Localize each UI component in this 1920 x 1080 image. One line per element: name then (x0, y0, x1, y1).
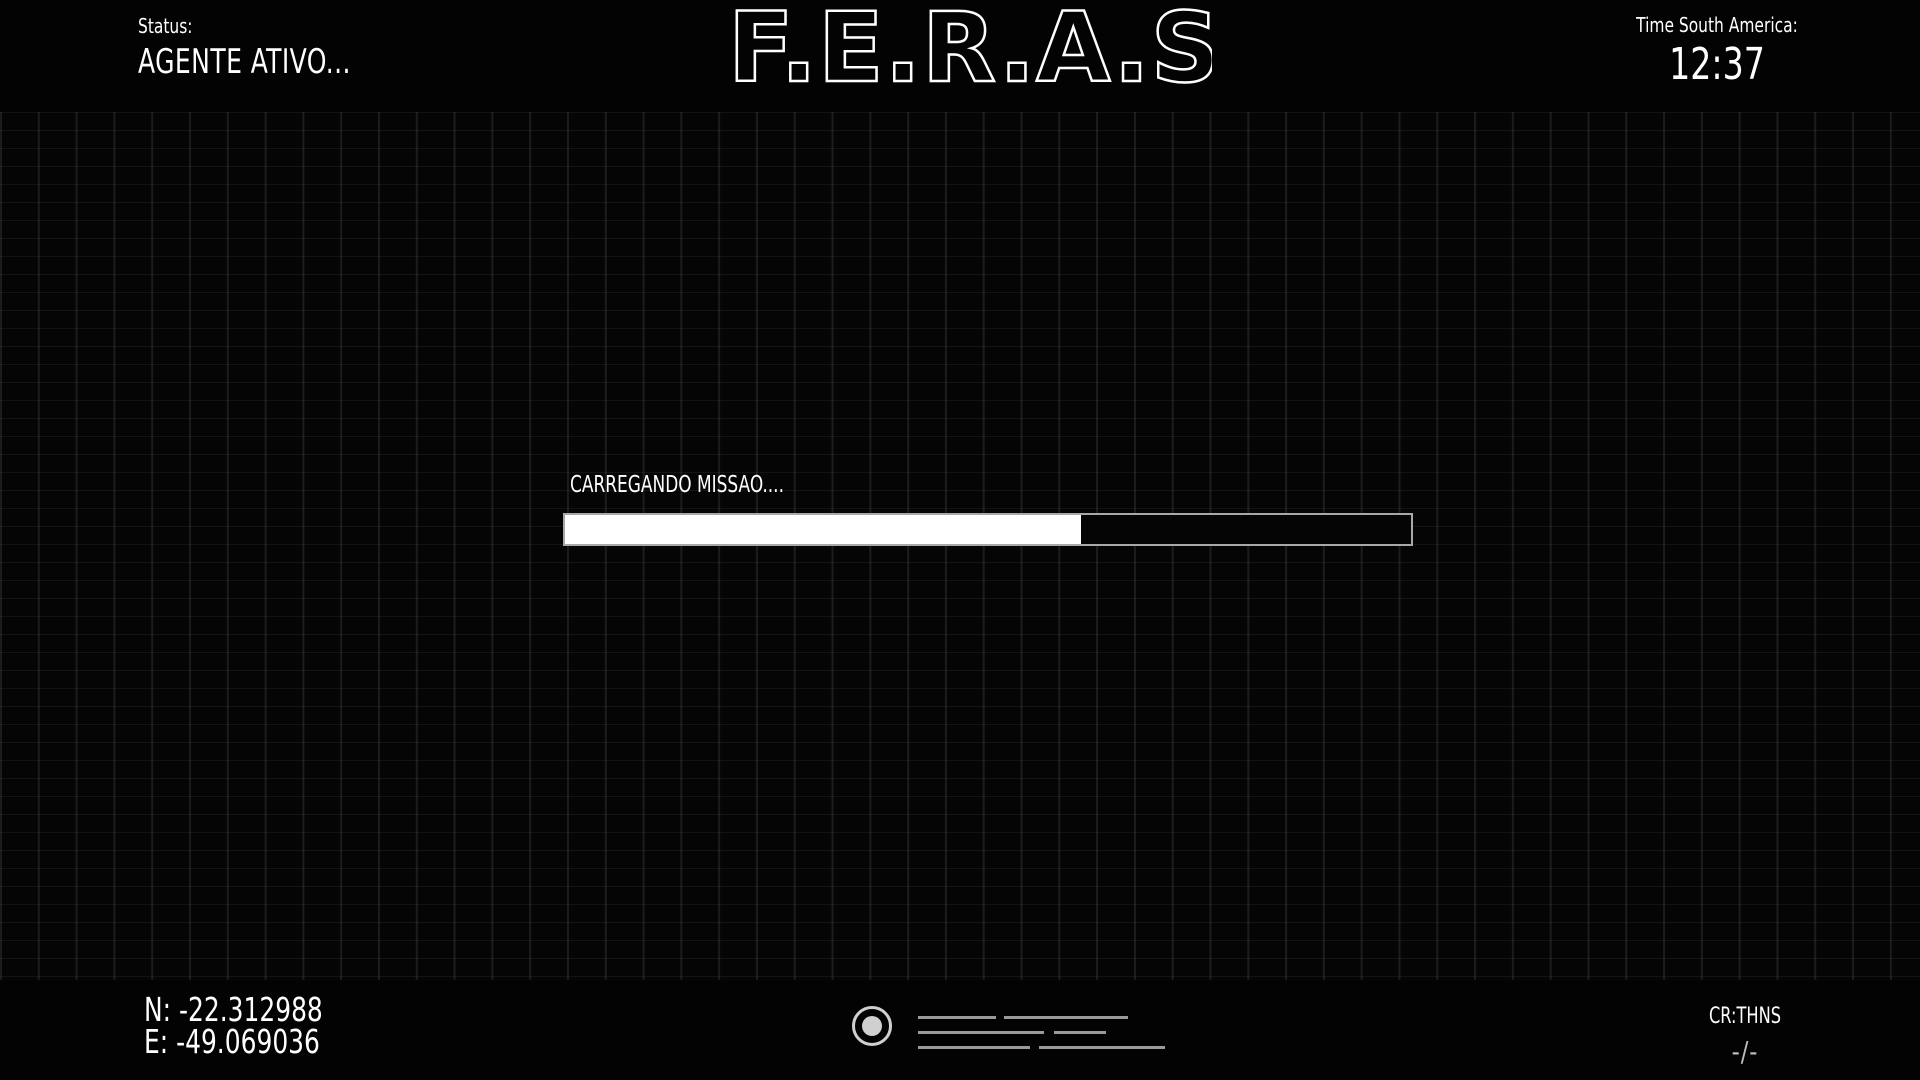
logo-text: F.E.R.A.S (728, 6, 1212, 84)
credit-panel: CR:THNS -/- (1690, 1004, 1800, 1068)
signal-line (918, 1046, 1030, 1049)
status-panel: Status: AGENTE ATIVO... (138, 14, 398, 82)
loading-label: CARREGANDO MISSAO.... (570, 472, 784, 498)
signal-line (1054, 1031, 1106, 1034)
feras-logo: F.E.R.A.S (728, 6, 1212, 84)
signal-line (1004, 1016, 1128, 1019)
coordinates-readout: N: -22.312988 E: -49.069036 (144, 993, 323, 1061)
mission-progress-bar (563, 513, 1413, 546)
grid-background (0, 112, 1920, 980)
target-icon (852, 1006, 892, 1046)
credit-mark: -/- (1731, 1035, 1759, 1068)
time-value: 12:37 (1669, 39, 1765, 90)
mission-loading-screen: Status: AGENTE ATIVO... F.E.R.A.S Time S… (0, 0, 1920, 1080)
east-coordinate: E: -49.069036 (144, 1022, 320, 1061)
radar-signal-graphic (852, 1006, 1172, 1050)
time-panel: Time South America: 12:37 (1622, 13, 1812, 90)
credit-text: CR:THNS (1708, 1004, 1782, 1029)
time-label: Time South America: (1636, 13, 1798, 37)
status-value: AGENTE ATIVO... (138, 42, 351, 82)
signal-line (1039, 1046, 1165, 1049)
status-label: Status: (138, 14, 193, 38)
signal-line (918, 1016, 996, 1019)
signal-line (918, 1031, 1044, 1034)
progress-fill (565, 515, 1082, 544)
